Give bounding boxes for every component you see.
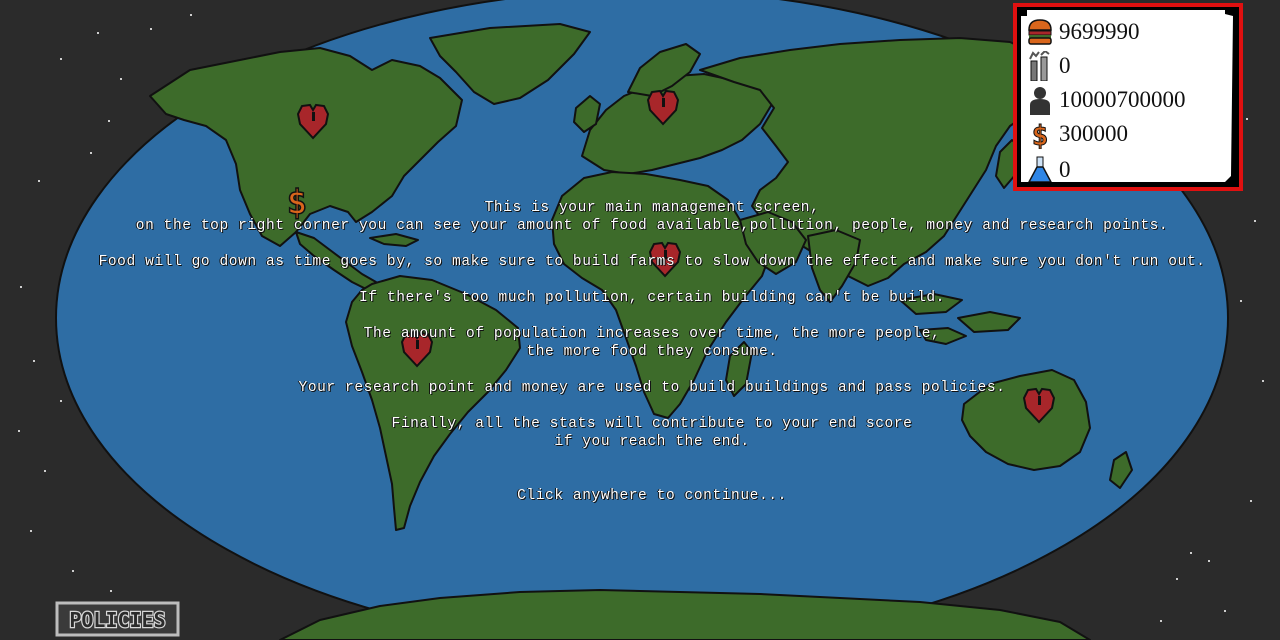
research-value: 0 — [1059, 157, 1071, 182]
pollution-value: 0 — [1059, 53, 1071, 78]
policies-button[interactable]: POLICIES — [55, 601, 180, 637]
intro-line: the more food they consume. — [526, 344, 778, 360]
stat-money: $ 300000 — [1027, 118, 1128, 150]
intro-line: Finally, all the stats will contribute t… — [391, 416, 913, 432]
flask-icon — [1027, 155, 1053, 185]
continue-prompt[interactable]: Click anywhere to continue... — [0, 487, 1280, 505]
heart-marker-icon[interactable] — [646, 88, 680, 126]
policies-label: POLICIES — [69, 608, 165, 632]
stats-panel: 9699990 0 10000700000 $ 300000 0 — [1013, 3, 1243, 191]
person-icon — [1027, 85, 1053, 115]
intro-line: on the top right corner you can see your… — [135, 218, 1169, 234]
intro-line: This is your main management screen, — [484, 200, 820, 216]
stat-food: 9699990 — [1027, 16, 1140, 48]
stat-pollution: 0 — [1027, 50, 1071, 82]
intro-line: The amount of population increases over … — [363, 326, 941, 342]
heart-marker-icon[interactable] — [296, 102, 330, 140]
people-value: 10000700000 — [1059, 87, 1186, 112]
intro-line: if you reach the end. — [554, 434, 750, 450]
intro-overlay[interactable]: This is your main management screen, on … — [0, 199, 1280, 505]
stat-research: 0 — [1027, 154, 1071, 186]
stat-people: 10000700000 — [1027, 84, 1186, 116]
svg-text:$: $ — [1032, 119, 1049, 149]
stats-panel-body: 9699990 0 10000700000 $ 300000 0 — [1021, 10, 1233, 182]
dollar-icon: $ — [1027, 119, 1053, 149]
intro-line: Food will go down as time goes by, so ma… — [98, 254, 1206, 270]
intro-line: Your research point and money are used t… — [298, 380, 1006, 396]
factory-chimney-icon — [1027, 51, 1053, 81]
money-value: 300000 — [1059, 121, 1128, 146]
burger-icon — [1027, 17, 1053, 47]
food-value: 9699990 — [1059, 19, 1140, 44]
intro-line: If there's too much pollution, certain b… — [359, 290, 945, 306]
